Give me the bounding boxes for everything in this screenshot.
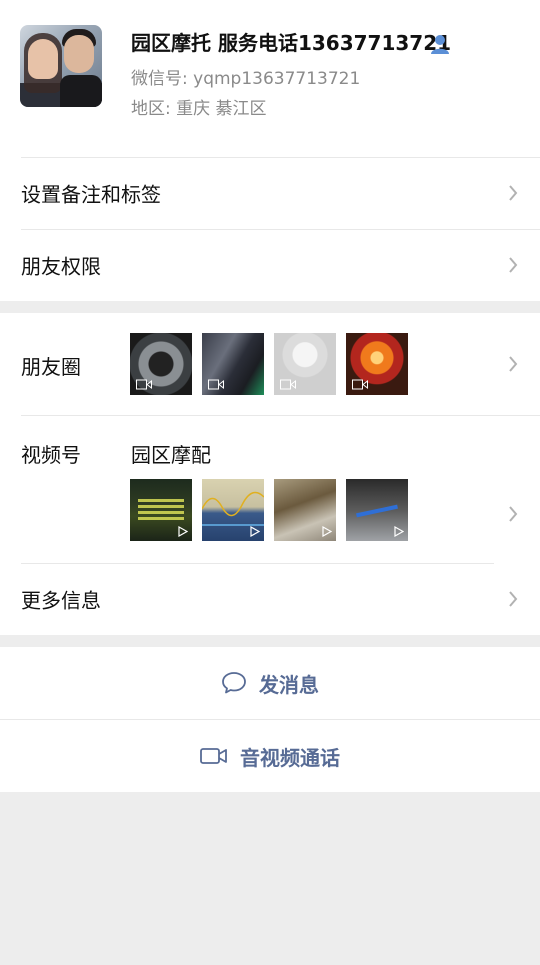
- channel-thumb[interactable]: [274, 479, 336, 541]
- profile-card: 园区摩托 服务电话13637713721 微信号: yqmp1363771372…: [0, 0, 540, 301]
- moments-thumbnails: [130, 333, 408, 395]
- friend-permissions-label: 朋友权限: [21, 254, 101, 279]
- channels-label: 视频号: [21, 443, 81, 467]
- moment-thumb[interactable]: [346, 333, 408, 395]
- play-icon: [394, 526, 404, 537]
- video-icon: [208, 379, 224, 390]
- set-remark-label: 设置备注和标签: [21, 182, 161, 207]
- actions-card: 发消息 音视频通话: [0, 647, 540, 792]
- section-gap: [0, 635, 540, 647]
- region: 地区: 重庆 綦江区: [131, 99, 267, 119]
- chevron-right-icon: [509, 591, 518, 607]
- profile-header: 园区摩托 服务电话13637713721 微信号: yqmp1363771372…: [0, 0, 540, 157]
- chat-bubble-icon: [222, 672, 246, 694]
- channel-thumb[interactable]: [130, 479, 192, 541]
- friend-permissions-row[interactable]: 朋友权限: [0, 229, 540, 301]
- video-icon: [136, 379, 152, 390]
- play-icon: [250, 526, 260, 537]
- moment-thumb[interactable]: [202, 333, 264, 395]
- channels-row[interactable]: 视频号 园区摩配: [0, 415, 540, 563]
- av-call-button[interactable]: 音视频通话: [0, 719, 540, 792]
- wechat-id: 微信号: yqmp13637713721: [131, 69, 361, 89]
- info-card: 朋友圈 视频号 园区摩配 更多信息: [0, 313, 540, 635]
- play-icon: [322, 526, 332, 537]
- send-message-label: 发消息: [259, 672, 319, 697]
- send-message-button[interactable]: 发消息: [0, 647, 540, 719]
- video-camera-icon: [200, 748, 227, 764]
- set-remark-row[interactable]: 设置备注和标签: [0, 157, 540, 229]
- play-icon: [178, 526, 188, 537]
- channels-thumbnails: [130, 479, 408, 541]
- av-call-label: 音视频通话: [240, 745, 340, 770]
- contact-name: 园区摩托 服务电话13637713721: [131, 31, 452, 55]
- moment-thumb[interactable]: [274, 333, 336, 395]
- more-info-label: 更多信息: [21, 588, 101, 613]
- chevron-right-icon: [509, 506, 518, 522]
- moments-label: 朋友圈: [21, 355, 81, 379]
- video-icon: [352, 379, 368, 390]
- avatar[interactable]: [20, 25, 102, 107]
- chevron-right-icon: [509, 257, 518, 273]
- moment-thumb[interactable]: [130, 333, 192, 395]
- chevron-right-icon: [509, 185, 518, 201]
- person-icon: [431, 35, 449, 54]
- section-gap: [0, 301, 540, 313]
- channels-name: 园区摩配: [131, 443, 211, 467]
- video-icon: [280, 379, 296, 390]
- chevron-right-icon: [509, 356, 518, 372]
- more-info-row[interactable]: 更多信息: [0, 563, 540, 635]
- moments-row[interactable]: 朋友圈: [0, 313, 540, 415]
- channel-thumb[interactable]: [202, 479, 264, 541]
- channel-thumb[interactable]: [346, 479, 408, 541]
